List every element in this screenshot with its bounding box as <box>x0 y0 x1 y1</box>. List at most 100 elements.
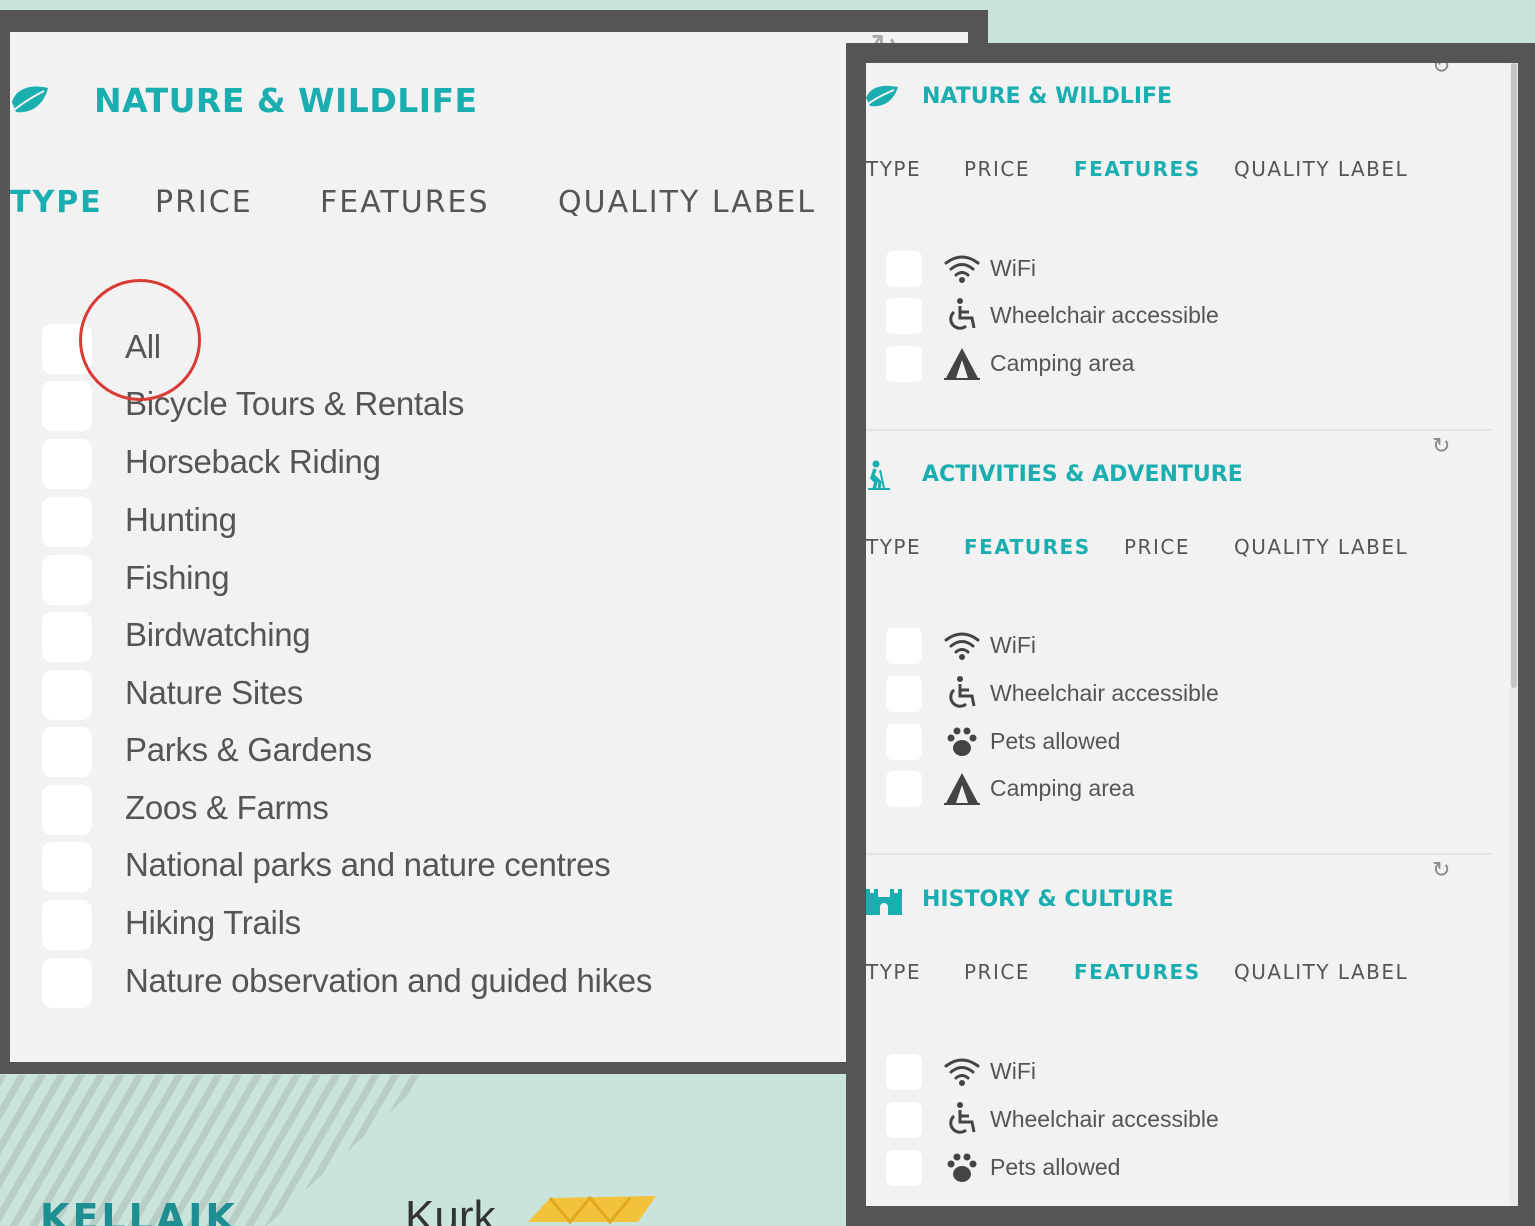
wheelchair-icon <box>949 1102 976 1134</box>
checkbox[interactable] <box>886 1150 922 1186</box>
checkbox[interactable] <box>886 1054 922 1090</box>
feature-label: Pets allowed <box>990 1154 1121 1180</box>
section-header <box>866 885 902 915</box>
checkbox[interactable] <box>42 439 92 489</box>
section-header <box>866 82 902 112</box>
reset-icon[interactable]: ↻ <box>1432 859 1450 883</box>
reset-icon[interactable]: ↻ <box>1432 63 1450 79</box>
list-item[interactable]: Nature observation and guided hikes <box>10 956 910 1008</box>
checkbox[interactable] <box>42 497 92 547</box>
checkbox[interactable] <box>42 727 92 777</box>
list-item[interactable]: Birdwatching <box>10 610 910 662</box>
feature-item[interactable]: Camping area <box>866 769 1466 807</box>
list-item[interactable]: Hunting <box>10 495 910 547</box>
checkbox[interactable] <box>886 724 922 760</box>
list-item[interactable]: Fishing <box>10 553 910 605</box>
checkbox-label: Zoos & Farms <box>125 789 329 826</box>
checkbox[interactable] <box>886 676 922 712</box>
checkbox[interactable] <box>886 346 922 382</box>
checkbox[interactable] <box>42 900 92 950</box>
checkbox[interactable] <box>42 842 92 892</box>
tab-type[interactable]: TYPE <box>866 156 921 182</box>
feature-label: Camping area <box>990 775 1135 801</box>
checkbox[interactable] <box>886 771 922 807</box>
brand-logo-right: Kurk <box>405 1192 496 1226</box>
checkbox-label: Horseback Riding <box>125 443 381 480</box>
list-item[interactable]: National parks and nature centres <box>10 840 910 892</box>
list-item[interactable]: Zoos & Farms <box>10 783 910 835</box>
checkbox[interactable] <box>42 612 92 662</box>
tab-quality-label[interactable]: QUALITY LABEL <box>1234 534 1408 560</box>
checkbox-label: Parks & Gardens <box>125 731 372 768</box>
section-header <box>866 460 902 490</box>
leaf-icon <box>866 85 898 107</box>
tab-price[interactable]: PRICE <box>155 182 253 224</box>
brand-logo-left: KELLAIK <box>40 1196 238 1226</box>
reset-icon[interactable]: ↻ <box>1432 435 1450 459</box>
scrollbar-thumb[interactable] <box>1511 63 1517 688</box>
tent-icon <box>944 773 980 805</box>
tent-icon <box>944 348 980 380</box>
section-divider <box>866 429 1491 431</box>
list-item[interactable]: Parks & Gardens <box>10 725 910 777</box>
feature-item[interactable]: Wheelchair accessible <box>866 674 1466 712</box>
feature-label: Pets allowed <box>990 728 1121 754</box>
feature-item[interactable]: Pets allowed <box>866 1148 1466 1186</box>
checkbox[interactable] <box>42 958 92 1008</box>
checkbox-label: Nature observation and guided hikes <box>125 962 653 999</box>
wifi-icon <box>944 1058 980 1086</box>
paw-icon <box>947 1153 977 1182</box>
feature-item[interactable]: WiFi <box>866 626 1466 664</box>
paw-icon <box>947 727 977 756</box>
feature-label: Camping area <box>990 350 1135 376</box>
list-item[interactable]: Nature Sites <box>10 668 910 720</box>
checkbox[interactable] <box>42 670 92 720</box>
wheelchair-icon <box>949 676 976 708</box>
checkbox[interactable] <box>42 785 92 835</box>
scrollbar[interactable] <box>1510 63 1518 1206</box>
feature-item[interactable]: Camping area <box>866 344 1466 382</box>
tab-type[interactable]: TYPE <box>866 959 921 985</box>
feature-item[interactable]: Wheelchair accessible <box>866 296 1466 334</box>
feature-label: WiFi <box>990 1058 1036 1084</box>
checkbox[interactable] <box>886 251 922 287</box>
tab-features[interactable]: FEATURES <box>1074 156 1201 182</box>
panel-header: NATURE & WILDLIFE <box>10 76 478 124</box>
tab-quality-label[interactable]: QUALITY LABEL <box>1234 959 1408 985</box>
tab-price[interactable]: PRICE <box>964 959 1030 985</box>
tab-features[interactable]: FEATURES <box>964 534 1091 560</box>
list-item[interactable]: Hiking Trails <box>10 898 910 950</box>
section-title: ACTIVITIES & ADVENTURE <box>922 462 1243 487</box>
tab-price[interactable]: PRICE <box>1124 534 1190 560</box>
list-item[interactable]: Horseback Riding <box>10 437 910 489</box>
highlight-circle <box>79 279 201 401</box>
checkbox[interactable] <box>886 1102 922 1138</box>
checkbox-label: National parks and nature centres <box>125 846 611 883</box>
feature-item[interactable]: Wheelchair accessible <box>866 1100 1466 1138</box>
right-filter-panel: ↻ NATURE & WILDLIFE TYPE PRICE FEATURES … <box>866 63 1518 1206</box>
tab-price[interactable]: PRICE <box>964 156 1030 182</box>
feature-label: WiFi <box>990 255 1036 281</box>
tab-type[interactable]: TYPE <box>866 534 921 560</box>
wifi-icon <box>944 255 980 283</box>
tab-type[interactable]: TYPE <box>10 182 103 224</box>
feature-item[interactable]: Pets allowed <box>866 722 1466 760</box>
castle-icon <box>866 889 902 915</box>
hiker-icon <box>868 460 890 490</box>
checkbox[interactable] <box>886 298 922 334</box>
feature-item[interactable]: WiFi <box>866 249 1466 287</box>
left-filter-panel: ↻ NATURE & WILDLIFE TYPE PRICE FEATURES … <box>10 32 968 1062</box>
checkbox[interactable] <box>42 555 92 605</box>
checkbox[interactable] <box>886 628 922 664</box>
feature-item[interactable]: WiFi <box>866 1052 1466 1090</box>
checkbox[interactable] <box>42 381 92 431</box>
feature-label: Wheelchair accessible <box>990 1106 1219 1132</box>
tab-quality-label[interactable]: QUALITY LABEL <box>1234 156 1408 182</box>
checkbox-label: Hiking Trails <box>125 904 301 941</box>
tab-quality-label[interactable]: QUALITY LABEL <box>558 182 816 224</box>
tab-features[interactable]: FEATURES <box>1074 959 1201 985</box>
tab-features[interactable]: FEATURES <box>320 182 490 224</box>
feature-label: WiFi <box>990 632 1036 658</box>
feature-label: Wheelchair accessible <box>990 680 1219 706</box>
wifi-icon <box>944 632 980 660</box>
